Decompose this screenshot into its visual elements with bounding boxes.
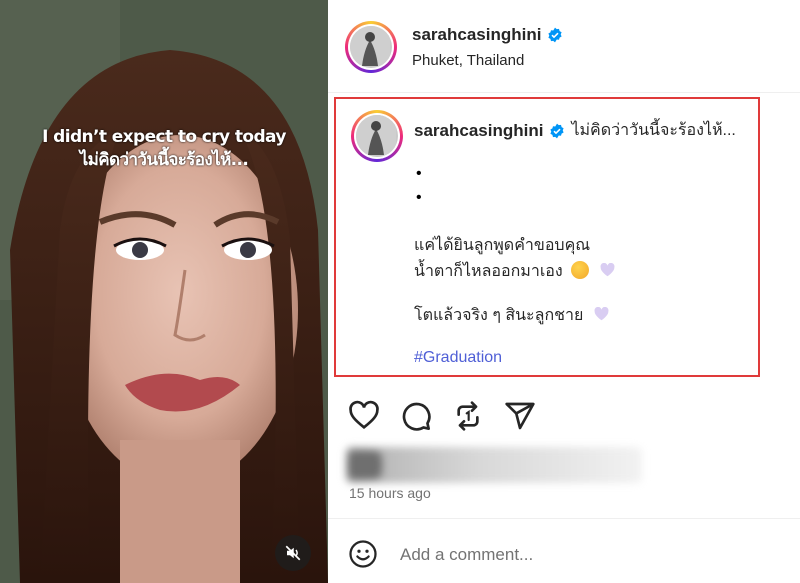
post-header: sarahcasinghini Phuket, Thailand — [328, 0, 800, 93]
caption-highlight-box: sarahcasinghini ไม่คิดว่าวันนี้จะร้องไห้… — [334, 97, 760, 377]
header-username[interactable]: sarahcasinghini — [412, 25, 563, 45]
emoji-picker-button[interactable] — [348, 539, 378, 569]
caption-line-english: I didn’t expect to cry today — [42, 127, 286, 147]
caption-avatar[interactable] — [351, 110, 403, 162]
caption-username[interactable]: sarahcasinghini — [414, 121, 543, 141]
post-timestamp[interactable]: 15 hours ago — [349, 485, 431, 501]
hashtag-link[interactable]: #Graduation — [414, 349, 502, 367]
share-icon — [505, 402, 535, 430]
verified-badge-icon — [548, 27, 563, 43]
caption-line-with-emoji: น้ำตาก็ไหลออกมาเอง — [414, 259, 615, 284]
caption-first-line: sarahcasinghini ไม่คิดว่าวันนี้จะร้องไห้… — [414, 118, 754, 143]
avatar[interactable] — [345, 21, 397, 73]
caption-line: แค่ได้ยินลูกพูดคำขอบคุณ — [414, 237, 591, 254]
smiley-face-icon — [349, 540, 377, 568]
comment-button[interactable] — [400, 400, 434, 434]
verified-badge-icon — [550, 123, 565, 138]
share-button[interactable] — [504, 400, 538, 434]
location-link[interactable]: Phuket, Thailand — [412, 52, 524, 69]
repost-icon — [457, 401, 479, 431]
liked-by-blurred — [346, 447, 642, 483]
comment-input[interactable] — [400, 543, 780, 567]
caption-line-thai: ไม่คิดว่าวันนี้จะร้องไห้... — [79, 150, 249, 170]
purple-heart-emoji-icon — [600, 263, 615, 277]
media-caption: I didn’t expect to cry today ไม่คิดว่าวั… — [0, 126, 328, 172]
post-media[interactable]: I didn’t expect to cry today ไม่คิดว่าวั… — [0, 0, 328, 583]
header-username-text[interactable]: sarahcasinghini — [412, 25, 541, 45]
caption-bullet: • — [416, 165, 422, 182]
repost-button[interactable] — [452, 400, 486, 434]
caption-bullet: • — [416, 189, 422, 206]
comment-bar — [328, 518, 800, 583]
caption-line-with-emoji: โตแล้วจริง ๆ สินะลูกชาย — [414, 303, 609, 328]
comment-icon — [402, 402, 431, 431]
caption-line-text: โตแล้วจริง ๆ สินะลูกชาย — [414, 307, 584, 324]
avatar-image — [356, 115, 396, 155]
caption-text-first: ไม่คิดว่าวันนี้จะร้องไห้... — [571, 122, 736, 139]
caption-line-text: น้ำตาก็ไหลออกมาเอง — [414, 263, 563, 280]
mute-button[interactable] — [275, 535, 311, 571]
like-button[interactable] — [348, 400, 382, 434]
speaker-muted-icon — [285, 545, 301, 561]
crying-face-emoji-icon — [571, 261, 590, 279]
avatar-image — [350, 26, 390, 66]
heart-icon — [349, 400, 379, 430]
selfie-photo — [0, 0, 328, 583]
post-panel: sarahcasinghini Phuket, Thailand sarahca… — [328, 0, 800, 583]
purple-heart-emoji-icon — [594, 307, 609, 321]
